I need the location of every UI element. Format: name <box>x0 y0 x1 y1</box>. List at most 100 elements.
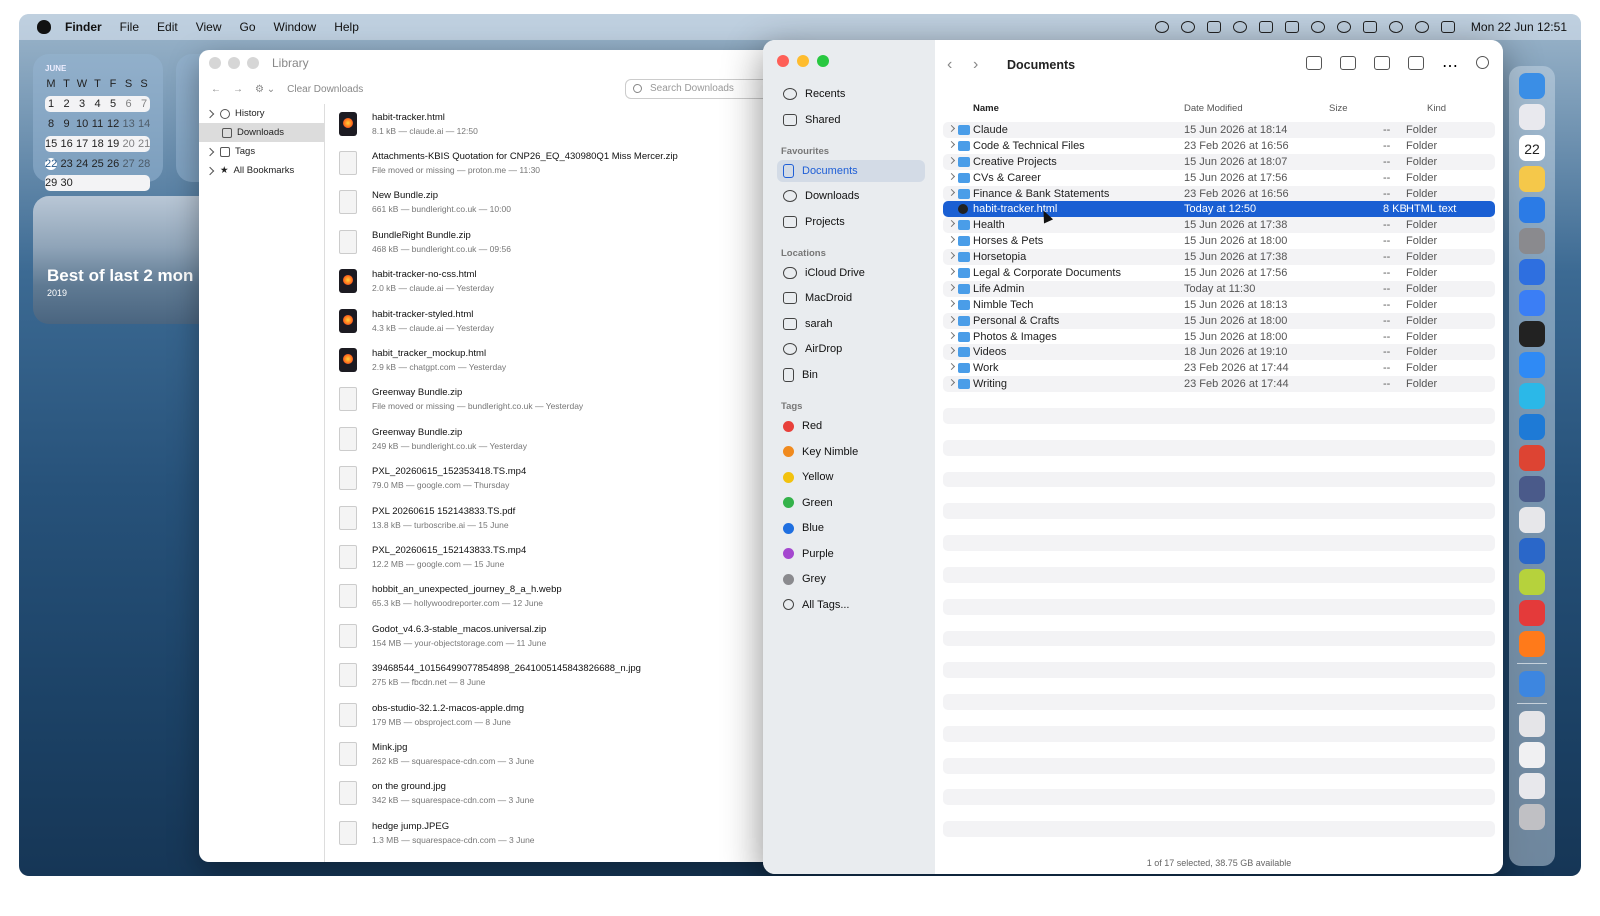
calendar-day[interactable]: 6 <box>123 98 135 110</box>
calendar-day[interactable]: 23 <box>61 158 73 170</box>
calendar-day[interactable]: 26 <box>107 158 119 170</box>
dock-app-icon[interactable] <box>1519 196 1545 223</box>
dock-app-icon[interactable] <box>1519 537 1545 564</box>
dock-app-icon[interactable] <box>1519 506 1545 533</box>
download-item[interactable]: habit-tracker-no-css.html 2.0 kB — claude… <box>327 262 799 301</box>
photos-widget[interactable]: Best of last 2 mon 2019 <box>33 196 223 324</box>
file-row[interactable]: Personal & Crafts 15 Jun 2026 at 18:00 -- F… <box>943 312 1495 329</box>
download-item[interactable]: BundleRight Bundle.zip 468 kB — bundlerig… <box>327 222 799 261</box>
file-row[interactable]: Life Admin Today at 11:30 -- Folder <box>943 280 1495 297</box>
calendar-day[interactable]: 24 <box>76 158 88 170</box>
file-row[interactable]: Nimble Tech 15 Jun 2026 at 18:13 -- Folder <box>943 297 1495 313</box>
disclosure-chevron-icon[interactable] <box>947 140 956 148</box>
download-item[interactable]: New Bundle.zip 661 kB — bundleright.co.uk… <box>327 183 799 222</box>
dock-app-icon[interactable] <box>1519 630 1545 657</box>
apple-icon[interactable] <box>37 20 51 34</box>
disclosure-chevron-icon[interactable] <box>947 188 956 196</box>
file-row[interactable]: Horses & Pets 15 Jun 2026 at 18:00 -- Folde… <box>943 233 1495 249</box>
calendar-day[interactable]: 21 <box>138 138 150 150</box>
sidebar-item-airdrop[interactable]: AirDrop <box>777 338 925 360</box>
sidebar-tag-all-tags-[interactable]: All Tags... <box>777 594 925 616</box>
download-item[interactable]: on the ground.jpg 342 kB — squarespace-cd… <box>327 774 799 813</box>
file-row[interactable]: Writing 23 Feb 2026 at 17:44 -- Folder <box>943 376 1495 393</box>
disclosure-chevron-icon[interactable] <box>947 315 956 323</box>
sidebar-tag-key-nimble[interactable]: Key Nimble <box>777 441 925 463</box>
more-icon[interactable]: ⋯ <box>1442 56 1458 75</box>
tag-icon[interactable] <box>1408 56 1424 70</box>
sidebar-item-shared[interactable]: Shared <box>777 109 925 131</box>
file-row[interactable]: Videos 18 Jun 2026 at 19:10 -- Folder <box>943 344 1495 361</box>
download-item[interactable]: obs-studio-32.1.2-macos-apple.dmg 179 MB … <box>327 695 799 734</box>
calendar-day[interactable]: 2 <box>61 98 73 110</box>
file-row[interactable]: Claude 15 Jun 2026 at 18:14 -- Folder <box>943 122 1495 138</box>
calendar-day[interactable]: 27 <box>123 158 135 170</box>
file-row[interactable]: CVs & Career 15 Jun 2026 at 17:56 -- Folder <box>943 170 1495 186</box>
download-item[interactable]: Mink.jpg 262 kB — squarespace-cdn.com — 3… <box>327 734 799 773</box>
column-kind[interactable]: Kind <box>1427 103 1446 114</box>
calendar-day[interactable]: 22 <box>45 157 57 170</box>
download-item[interactable]: habit-tracker-styled.html 4.3 kB — claude… <box>327 301 799 340</box>
calendar-day[interactable]: 18 <box>92 138 104 150</box>
sidebar-item-all-bookmarks[interactable]: ★ All Bookmarks <box>199 161 324 180</box>
calendar-day[interactable]: 12 <box>107 118 119 130</box>
weather-icon[interactable] <box>1206 21 1221 33</box>
download-item[interactable]: PXL_20260615_152143833.TS.mp4 12.2 MB — g… <box>327 537 799 576</box>
sidebar-item-downloads[interactable]: Downloads <box>777 185 925 207</box>
column-size[interactable]: Size <box>1329 103 1347 114</box>
dock-app-icon[interactable] <box>1519 165 1545 192</box>
download-item[interactable]: habit_tracker_mockup.html 2.9 kB — chatgp… <box>327 340 799 379</box>
download-item[interactable]: habit-tracker.html 8.1 kB — claude.ai — 1… <box>327 104 799 143</box>
file-row[interactable]: Legal & Corporate Documents 15 Jun 2026 a… <box>943 265 1495 281</box>
sidebar-tag-yellow[interactable]: Yellow <box>777 466 925 488</box>
calendar-day[interactable]: 1 <box>45 98 57 110</box>
control-center-icon[interactable] <box>1440 21 1455 33</box>
calendar-day[interactable]: 17 <box>76 138 88 150</box>
wifi-icon[interactable] <box>1388 21 1403 33</box>
sidebar-item-downloads[interactable]: Downloads <box>199 123 324 142</box>
minimize-button[interactable] <box>797 55 809 67</box>
calendar-day[interactable]: 20 <box>123 138 135 150</box>
disclosure-chevron-icon[interactable] <box>947 331 956 339</box>
back-arrow-icon[interactable]: ← <box>211 84 221 95</box>
battery-icon[interactable] <box>1362 21 1377 33</box>
dock-app-icon[interactable] <box>1519 227 1545 254</box>
sidebar-tag-red[interactable]: Red <box>777 415 925 437</box>
calendar-day[interactable]: 15 <box>45 138 57 150</box>
chevron-right-icon[interactable] <box>205 109 215 118</box>
list-view-icon[interactable] <box>1306 56 1322 70</box>
pdf-icon[interactable] <box>1284 21 1299 33</box>
moon-icon[interactable] <box>1310 21 1325 33</box>
calendar-day[interactable]: 14 <box>138 118 150 130</box>
dock-app-icon[interactable] <box>1519 351 1545 378</box>
sidebar-tag-blue[interactable]: Blue <box>777 517 925 539</box>
menu-file[interactable]: File <box>120 20 139 34</box>
calendar-day[interactable]: 4 <box>92 98 104 110</box>
disclosure-chevron-icon[interactable] <box>947 363 956 371</box>
back-chevron-icon[interactable]: ‹ <box>947 56 965 74</box>
calendar-day[interactable]: 7 <box>138 98 150 110</box>
dock-app-icon[interactable] <box>1519 710 1545 737</box>
dock-app-icon[interactable] <box>1519 413 1545 440</box>
calendar-day[interactable]: 29 <box>45 177 57 189</box>
gear-icon[interactable]: ⚙ ⌄ <box>255 84 275 95</box>
keyboard-icon[interactable] <box>1258 21 1273 33</box>
download-item[interactable]: PXL_20260615_152353418.TS.mp4 79.0 MB — g… <box>327 459 799 498</box>
menu-view[interactable]: View <box>196 20 222 34</box>
disclosure-chevron-icon[interactable] <box>947 267 956 276</box>
file-row[interactable]: Work 23 Feb 2026 at 17:44 -- Folder <box>943 360 1495 376</box>
file-row[interactable]: Code & Technical Files 23 Feb 2026 at 16:… <box>943 138 1495 154</box>
disclosure-chevron-icon[interactable] <box>947 252 956 260</box>
menu-window[interactable]: Window <box>274 20 317 34</box>
calendar-day[interactable]: 25 <box>92 158 104 170</box>
calendar-app-icon[interactable]: 22 <box>1519 134 1545 161</box>
disclosure-chevron-icon[interactable] <box>947 124 956 133</box>
airdrop-status-icon[interactable] <box>1336 21 1351 33</box>
download-item[interactable]: Godot_v4.6.3-stable_macos.universal.zip 1… <box>327 616 799 655</box>
download-item[interactable]: hedge jump.JPEG 1.3 MB — squarespace-cdn.… <box>327 813 799 852</box>
calendar-day[interactable]: 5 <box>107 98 119 110</box>
download-item[interactable]: hobbit_an_unexpected_journey_8_a_h.webp 6… <box>327 577 799 616</box>
calendar-day[interactable]: 30 <box>61 177 73 189</box>
calendar-day[interactable]: 19 <box>107 138 119 150</box>
file-row[interactable]: Health 15 Jun 2026 at 17:38 -- Folder <box>943 217 1495 234</box>
download-item[interactable]: Greenway Bundle.zip 249 kB — bundleright.… <box>327 419 799 458</box>
